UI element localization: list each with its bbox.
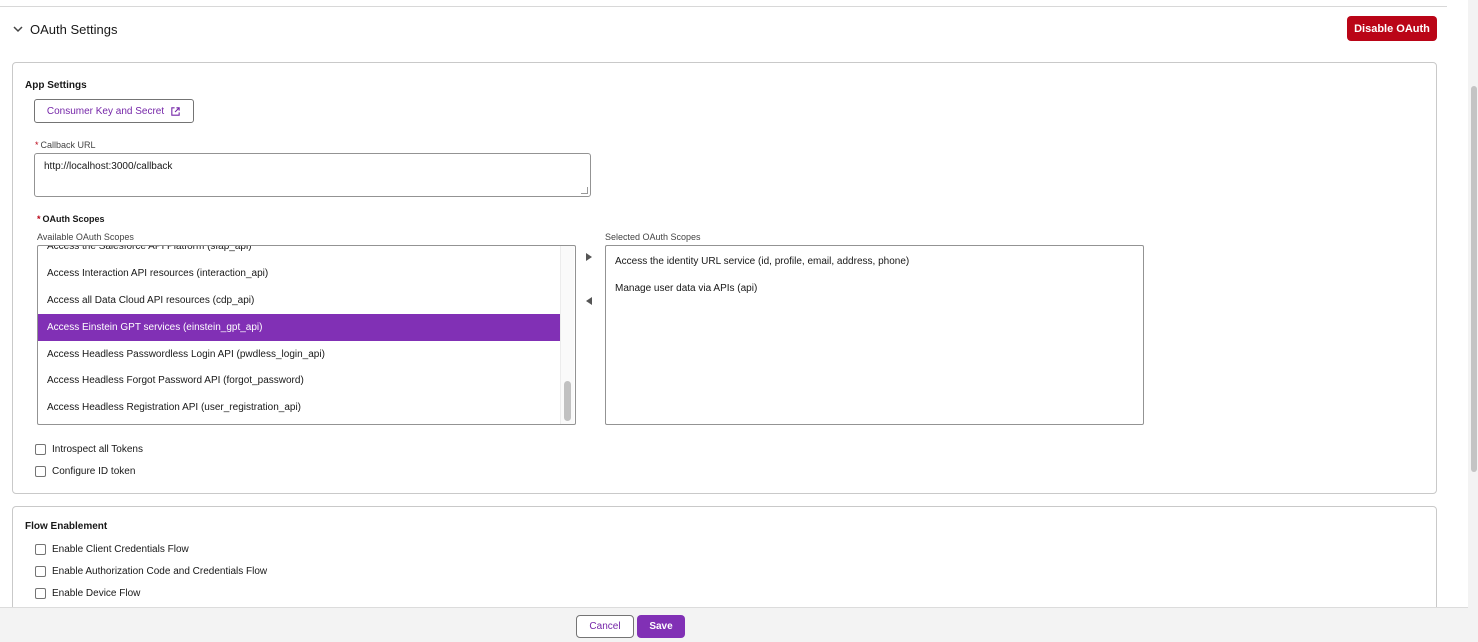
oauth-scopes-label: * OAuth Scopes xyxy=(37,214,105,224)
checkbox-box[interactable] xyxy=(35,466,46,477)
flow-enablement-title: Flow Enablement xyxy=(25,521,108,532)
move-right-button[interactable] xyxy=(582,250,596,264)
available-scopes-label: Available OAuth Scopes xyxy=(37,232,134,242)
listbox-scrollbar[interactable] xyxy=(560,246,574,424)
list-item[interactable]: Access Headless Registration API (user_r… xyxy=(38,394,560,421)
callback-url-label: * Callback URL xyxy=(35,140,96,150)
checkbox-label: Enable Device Flow xyxy=(52,588,141,599)
chevron-down-icon xyxy=(13,26,23,33)
introspect-tokens-checkbox[interactable]: Introspect all Tokens xyxy=(35,444,143,455)
checkbox-label: Enable Client Credentials Flow xyxy=(52,544,189,555)
list-item[interactable]: Access the identity URL service (id, pro… xyxy=(606,248,1143,275)
selected-scopes-listbox[interactable]: Access the identity URL service (id, pro… xyxy=(605,245,1144,425)
resize-grip-icon[interactable] xyxy=(581,187,588,194)
available-scopes-listbox[interactable]: Access the Salesforce API Platform (sfap… xyxy=(37,245,576,425)
callback-url-textarea[interactable]: http://localhost:3000/callback xyxy=(34,153,591,197)
auth-code-credentials-checkbox[interactable]: Enable Authorization Code and Credential… xyxy=(35,566,267,577)
list-item-selected[interactable]: Access Einstein GPT services (einstein_g… xyxy=(38,314,560,341)
save-button[interactable]: Save xyxy=(637,615,685,638)
page-scrollbar-thumb[interactable] xyxy=(1471,86,1477,472)
checkbox-box[interactable] xyxy=(35,444,46,455)
external-link-icon xyxy=(171,106,180,116)
selected-scopes-label: Selected OAuth Scopes xyxy=(605,232,701,242)
section-title: OAuth Settings xyxy=(30,21,118,37)
footer-bar: Cancel Save xyxy=(0,607,1468,642)
checkbox-box[interactable] xyxy=(35,588,46,599)
list-item[interactable]: Access all Data Cloud API resources (cdp… xyxy=(38,287,560,314)
list-item[interactable]: Access the Salesforce API Platform (sfap… xyxy=(38,246,560,260)
configure-id-token-checkbox[interactable]: Configure ID token xyxy=(35,466,135,477)
checkbox-box[interactable] xyxy=(35,566,46,577)
device-flow-checkbox[interactable]: Enable Device Flow xyxy=(35,588,140,599)
callback-url-value: http://localhost:3000/callback xyxy=(44,161,173,172)
app-settings-card: App Settings Consumer Key and Secret * Ca… xyxy=(12,62,1437,494)
list-item[interactable]: Access Headless Forgot Password API (for… xyxy=(38,367,560,394)
checkbox-label: Introspect all Tokens xyxy=(52,444,143,455)
cancel-button[interactable]: Cancel xyxy=(576,615,634,638)
client-credentials-checkbox[interactable]: Enable Client Credentials Flow xyxy=(35,544,189,555)
scrollbar-thumb[interactable] xyxy=(564,381,571,421)
page-scrollbar[interactable] xyxy=(1468,0,1478,642)
app-settings-title: App Settings xyxy=(25,80,87,91)
list-item[interactable]: Access Headless Passwordless Login API (… xyxy=(38,341,560,368)
checkbox-label: Configure ID token xyxy=(52,466,136,477)
checkbox-box[interactable] xyxy=(35,544,46,555)
list-item[interactable]: Manage user data via APIs (api) xyxy=(606,275,1143,302)
list-item[interactable]: Access Interaction API resources (intera… xyxy=(38,260,560,287)
consumer-key-secret-label: Consumer Key and Secret xyxy=(46,105,165,117)
top-divider xyxy=(0,6,1447,7)
triangle-right-icon xyxy=(586,253,592,261)
move-left-button[interactable] xyxy=(582,294,596,308)
disable-oauth-button[interactable]: Disable OAuth xyxy=(1347,16,1437,41)
triangle-left-icon xyxy=(586,297,592,305)
checkbox-label: Enable Authorization Code and Credential… xyxy=(52,566,268,577)
oauth-settings-toggle[interactable]: OAuth Settings xyxy=(12,18,117,40)
consumer-key-secret-button[interactable]: Consumer Key and Secret xyxy=(34,99,194,123)
